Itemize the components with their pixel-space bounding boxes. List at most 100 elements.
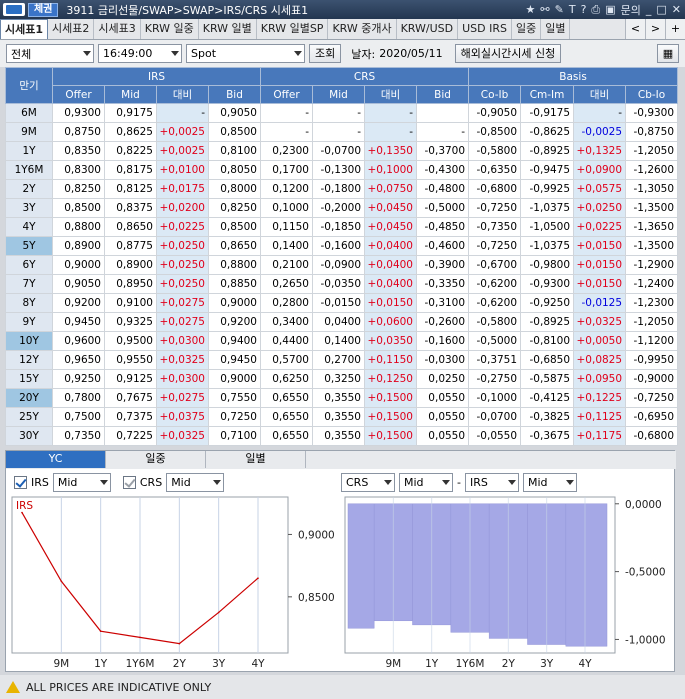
- time-select[interactable]: 16:49:00: [98, 44, 182, 63]
- tab-6[interactable]: KRW 일별SP: [257, 19, 329, 39]
- table-row[interactable]: 6Y 0,9000 0,8900 +0,0250 0,8800 0,2100 -0,0900…: [5, 255, 679, 275]
- col-header-1[interactable]: Offer: [52, 85, 105, 104]
- irs-cell: 0,9125: [104, 369, 157, 389]
- chart-tab-1[interactable]: YC: [6, 451, 106, 468]
- table-row[interactable]: 8Y 0,9200 0,9100 +0,0275 0,9000 0,2800 -0,0150…: [5, 293, 679, 313]
- table-row[interactable]: 9M 0,8750 0,8625 +0,0025 0,8500- - - - -0,8500 -0…: [5, 122, 679, 142]
- col-header-5[interactable]: Offer: [260, 85, 313, 104]
- col-header-8[interactable]: Bid: [415, 85, 470, 104]
- spread-a-mid-select[interactable]: Mid: [399, 472, 453, 492]
- tab-2[interactable]: 시세표2: [48, 19, 95, 39]
- irs-cell: 0,8800: [52, 217, 105, 237]
- text-icon[interactable]: T: [569, 3, 576, 16]
- tab-11[interactable]: 일별: [541, 19, 571, 39]
- table-row[interactable]: 9Y 0,9450 0,9325 +0,0275 0,9200 0,3400 0,0400 +…: [5, 312, 679, 332]
- table-row[interactable]: 30Y 0,7350 0,7225 +0,0325 0,7100 0,6550 0,3550…: [5, 426, 679, 446]
- col-header-4[interactable]: Bid: [208, 85, 261, 104]
- irs-checkbox[interactable]: [14, 475, 27, 489]
- toolbar: 전체 16:49:00 Spot 조회 날자: 2020/05/11 해외실시간…: [0, 40, 685, 67]
- grid-settings-icon[interactable]: ▦: [657, 44, 679, 63]
- irs-cell: 0,8500: [52, 198, 105, 218]
- query-button[interactable]: 조회: [309, 44, 342, 63]
- chevron-down-icon: [171, 51, 179, 56]
- col-header-6[interactable]: Mid: [312, 85, 365, 104]
- irs-cell: 0,9450: [208, 350, 261, 370]
- basis-bar-chart: 0,0000 -0,5000 -1,0000 9M 1Y 1Y6M 2Y 3Y 4Y: [344, 496, 666, 670]
- tab-4[interactable]: KRW 일중: [141, 19, 199, 39]
- crs-cell: -0,4800: [415, 179, 470, 199]
- tenor-cell: 25Y: [5, 407, 53, 427]
- table-row[interactable]: 1Y6M 0,8300 0,8175 +0,0100 0,8050 0,1700 -0,13…: [5, 160, 679, 180]
- irs-cell: -: [156, 103, 209, 123]
- category-badge[interactable]: 체권: [28, 2, 59, 17]
- y-tick-label: 0,9000: [298, 529, 335, 541]
- tab-3[interactable]: 시세표3: [94, 19, 141, 39]
- table-row[interactable]: 12Y 0,9650 0,9550 +0,0325 0,9450 0,5700 0,2700…: [5, 350, 679, 370]
- col-header-11[interactable]: 대비: [573, 85, 627, 104]
- crs-cell: 0,1150: [260, 217, 313, 237]
- table-row[interactable]: 1Y 0,8350 0,8225 +0,0025 0,8100 0,2300 -0,0700…: [5, 141, 679, 161]
- table-row[interactable]: 25Y 0,7500 0,7375 +0,0375 0,7250 0,6550 0,3550…: [5, 407, 679, 427]
- tab-8[interactable]: KRW/USD: [397, 19, 459, 39]
- tab-add-icon[interactable]: +: [665, 19, 685, 39]
- irs-cell: +0,0275: [156, 312, 209, 332]
- minimize-icon[interactable]: _: [646, 3, 652, 16]
- overseas-quote-button[interactable]: 해외실시간시세 신청: [454, 44, 562, 63]
- col-header-9[interactable]: Co-Ib: [468, 85, 522, 104]
- table-row[interactable]: 2Y 0,8250 0,8125 +0,0175 0,8000 0,1200 -0,1800…: [5, 179, 679, 199]
- inquiry-button[interactable]: 문의: [621, 2, 641, 18]
- help-icon[interactable]: ?: [581, 3, 587, 16]
- type-select[interactable]: Spot: [186, 44, 305, 63]
- table-row[interactable]: 7Y 0,9050 0,8950 +0,0250 0,8850 0,2650 -0,0350…: [5, 274, 679, 294]
- col-header-12[interactable]: Cb-Io: [625, 85, 679, 104]
- star-icon[interactable]: ★: [526, 3, 536, 16]
- table-row[interactable]: 10Y 0,9600 0,9500 +0,0300 0,9400 0,4400 0,1400…: [5, 331, 679, 351]
- chart-tab-2[interactable]: 일중: [106, 451, 206, 468]
- chart-tab-3[interactable]: 일별: [206, 451, 306, 468]
- tab-9[interactable]: USD IRS: [458, 19, 512, 39]
- table-row[interactable]: 4Y 0,8800 0,8650 +0,0225 0,8500 0,1150 -0,1850…: [5, 217, 679, 237]
- crs-cell: -0,4600: [415, 236, 470, 256]
- basis-cell: +0,1225: [573, 388, 627, 408]
- tenor-cell: 9Y: [5, 312, 53, 332]
- table-row[interactable]: 20Y 0,7800 0,7675 +0,0275 0,7550 0,6550 0,3550…: [5, 388, 679, 408]
- col-header-2[interactable]: Mid: [104, 85, 157, 104]
- irs-mid-select[interactable]: Mid: [52, 472, 111, 492]
- table-row[interactable]: 15Y 0,9250 0,9125 +0,0300 0,9000 0,6250 0,3250…: [5, 369, 679, 389]
- irs-cell: +0,0250: [156, 255, 209, 275]
- table-row[interactable]: 3Y 0,8500 0,8375 +0,0200 0,8250 0,1000 -0,2000…: [5, 198, 679, 218]
- maximize-icon[interactable]: □: [656, 3, 666, 16]
- basis-cell: -1,2050: [625, 141, 679, 161]
- irs-cell: +0,0325: [156, 350, 209, 370]
- tab-scroll-right-icon[interactable]: >: [645, 19, 665, 39]
- tab-7[interactable]: KRW 중개사: [328, 19, 397, 39]
- col-header-7[interactable]: 대비: [364, 85, 417, 104]
- col-header-3[interactable]: 대비: [156, 85, 209, 104]
- lock-icon[interactable]: ▣: [605, 3, 615, 16]
- tab-scroll-left-icon[interactable]: <: [625, 19, 645, 39]
- tenor-header[interactable]: 만기: [5, 67, 53, 104]
- table-row[interactable]: 5Y 0,8900 0,8775 +0,0250 0,8650 0,1400 -0,1600…: [5, 236, 679, 256]
- x-tick-label: 2Y: [502, 658, 516, 670]
- tools-icon[interactable]: ✎: [555, 3, 564, 16]
- spread-b-select[interactable]: IRS: [464, 472, 519, 492]
- crs-mid-select[interactable]: Mid: [166, 472, 225, 492]
- y-tick-label: 0,8500: [298, 592, 335, 604]
- spread-b-mid-select[interactable]: Mid: [522, 472, 577, 492]
- crs-cell: -0,0350: [312, 274, 365, 294]
- irs-cell: 0,9325: [104, 312, 157, 332]
- crs-checkbox[interactable]: [122, 475, 136, 489]
- crs-cell: 0,4400: [260, 331, 313, 351]
- table-row[interactable]: 6M 0,9300 0,9175-0,9050- - - -0,9050 -0,9175- -…: [5, 103, 679, 123]
- filter-select[interactable]: 전체: [6, 44, 94, 63]
- print-icon[interactable]: ⎙: [591, 3, 600, 17]
- crs-cell: +0,1500: [364, 407, 417, 427]
- tenor-cell: 1Y: [5, 141, 53, 161]
- close-icon[interactable]: ✕: [672, 3, 681, 16]
- tab-1[interactable]: 시세표1: [0, 19, 49, 39]
- col-header-10[interactable]: Cm-Im: [520, 85, 575, 104]
- link-icon[interactable]: ⚯: [540, 3, 549, 16]
- spread-a-select[interactable]: CRS: [341, 472, 395, 492]
- tab-10[interactable]: 일중: [512, 19, 542, 39]
- tab-5[interactable]: KRW 일별: [199, 19, 257, 39]
